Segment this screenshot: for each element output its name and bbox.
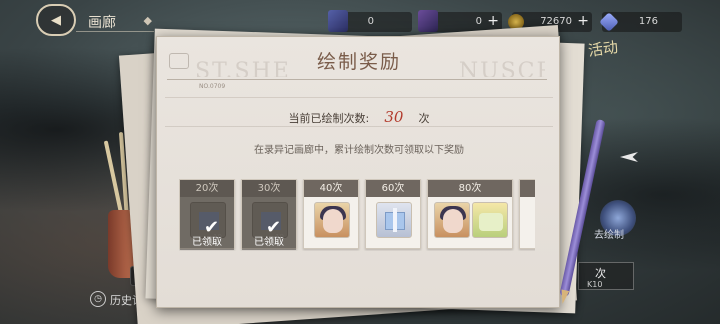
add-ticket-button[interactable]: + bbox=[487, 13, 499, 29]
resource-ticket: 0 bbox=[328, 10, 412, 32]
reward-tier-40[interactable]: 40次 bbox=[303, 179, 359, 249]
draw-reward-dialog: ST.SHE NUSCRIPT 绘制奖励 NO.0709 当前已绘制次数: 30… bbox=[156, 36, 560, 308]
reward-description: 在录异记画廊中，累计绘制次数可领取以下奖励 bbox=[254, 145, 464, 156]
reward-tier-60[interactable]: 60次 bbox=[365, 179, 421, 249]
item-quantity: 10 bbox=[213, 233, 222, 241]
avatar-frame-icon[interactable] bbox=[434, 202, 470, 238]
back-arrow-icon: ◀ bbox=[51, 12, 61, 28]
draw-count-unit: 次 bbox=[418, 112, 430, 125]
draw-times-sub: K10 bbox=[587, 280, 603, 289]
item-quantity: 10 bbox=[275, 233, 284, 241]
add-gold-button[interactable]: + bbox=[577, 13, 589, 29]
tier-label: 30次 bbox=[242, 180, 296, 197]
reward-tier-20[interactable]: 20次 ✔ 已领取 10 bbox=[179, 179, 235, 250]
reward-tier-30[interactable]: 30次 ✔ 已领取 10 bbox=[241, 179, 297, 250]
resource-value: 176 bbox=[638, 16, 658, 27]
resource-gem: 176 bbox=[599, 12, 682, 32]
serial-number: NO.0709 bbox=[199, 83, 226, 90]
dialog-title: 绘制奖励 bbox=[316, 51, 401, 73]
avatar-frame-icon[interactable] bbox=[314, 202, 350, 238]
reward-tier-next[interactable] bbox=[519, 179, 535, 249]
reward-tier-list[interactable]: 20次 ✔ 已领取 10 30次 ✔ 已领取 10 40次 60次 80次 bbox=[179, 179, 535, 251]
tier-label: 20次 bbox=[180, 180, 234, 197]
gem-icon bbox=[599, 12, 619, 32]
draw-count-label: 当前已绘制次数: bbox=[288, 112, 370, 125]
purple-ticket-icon bbox=[418, 10, 438, 32]
claimed-label: 已领取 bbox=[192, 237, 222, 248]
reward-tier-80[interactable]: 80次 bbox=[427, 179, 513, 249]
draw-emblem-label: 去绘制 bbox=[594, 230, 624, 241]
tier-label: 40次 bbox=[304, 180, 358, 197]
gift-box-icon[interactable] bbox=[376, 202, 412, 238]
claimed-overlay: ✔ 已领取 bbox=[180, 197, 234, 250]
claimed-label: 已领取 bbox=[254, 237, 284, 248]
page-title-bar: 画廊 ◆ bbox=[76, 12, 154, 32]
tier-label bbox=[520, 180, 535, 197]
draw-count-value: 30 bbox=[384, 108, 404, 126]
draw-times-button[interactable]: 次 K10 bbox=[578, 262, 634, 290]
resource-value: 0 bbox=[367, 16, 374, 27]
history-icon: ◷ bbox=[90, 291, 106, 307]
draw-times-label: 次 bbox=[595, 267, 606, 280]
claimed-overlay: ✔ 已领取 bbox=[242, 197, 296, 250]
diamond-icon: ◆ bbox=[143, 14, 152, 27]
divider bbox=[167, 79, 547, 80]
page-title: 画廊 bbox=[88, 15, 116, 31]
back-button[interactable]: ◀ bbox=[36, 4, 76, 36]
tier-label: 60次 bbox=[366, 180, 420, 197]
resource-value: 0 bbox=[475, 16, 482, 27]
tier-label: 80次 bbox=[428, 180, 512, 197]
scene-icon[interactable] bbox=[472, 202, 508, 238]
draw-count-row: 当前已绘制次数: 30 次 bbox=[157, 107, 561, 126]
ticket-icon bbox=[328, 10, 348, 32]
